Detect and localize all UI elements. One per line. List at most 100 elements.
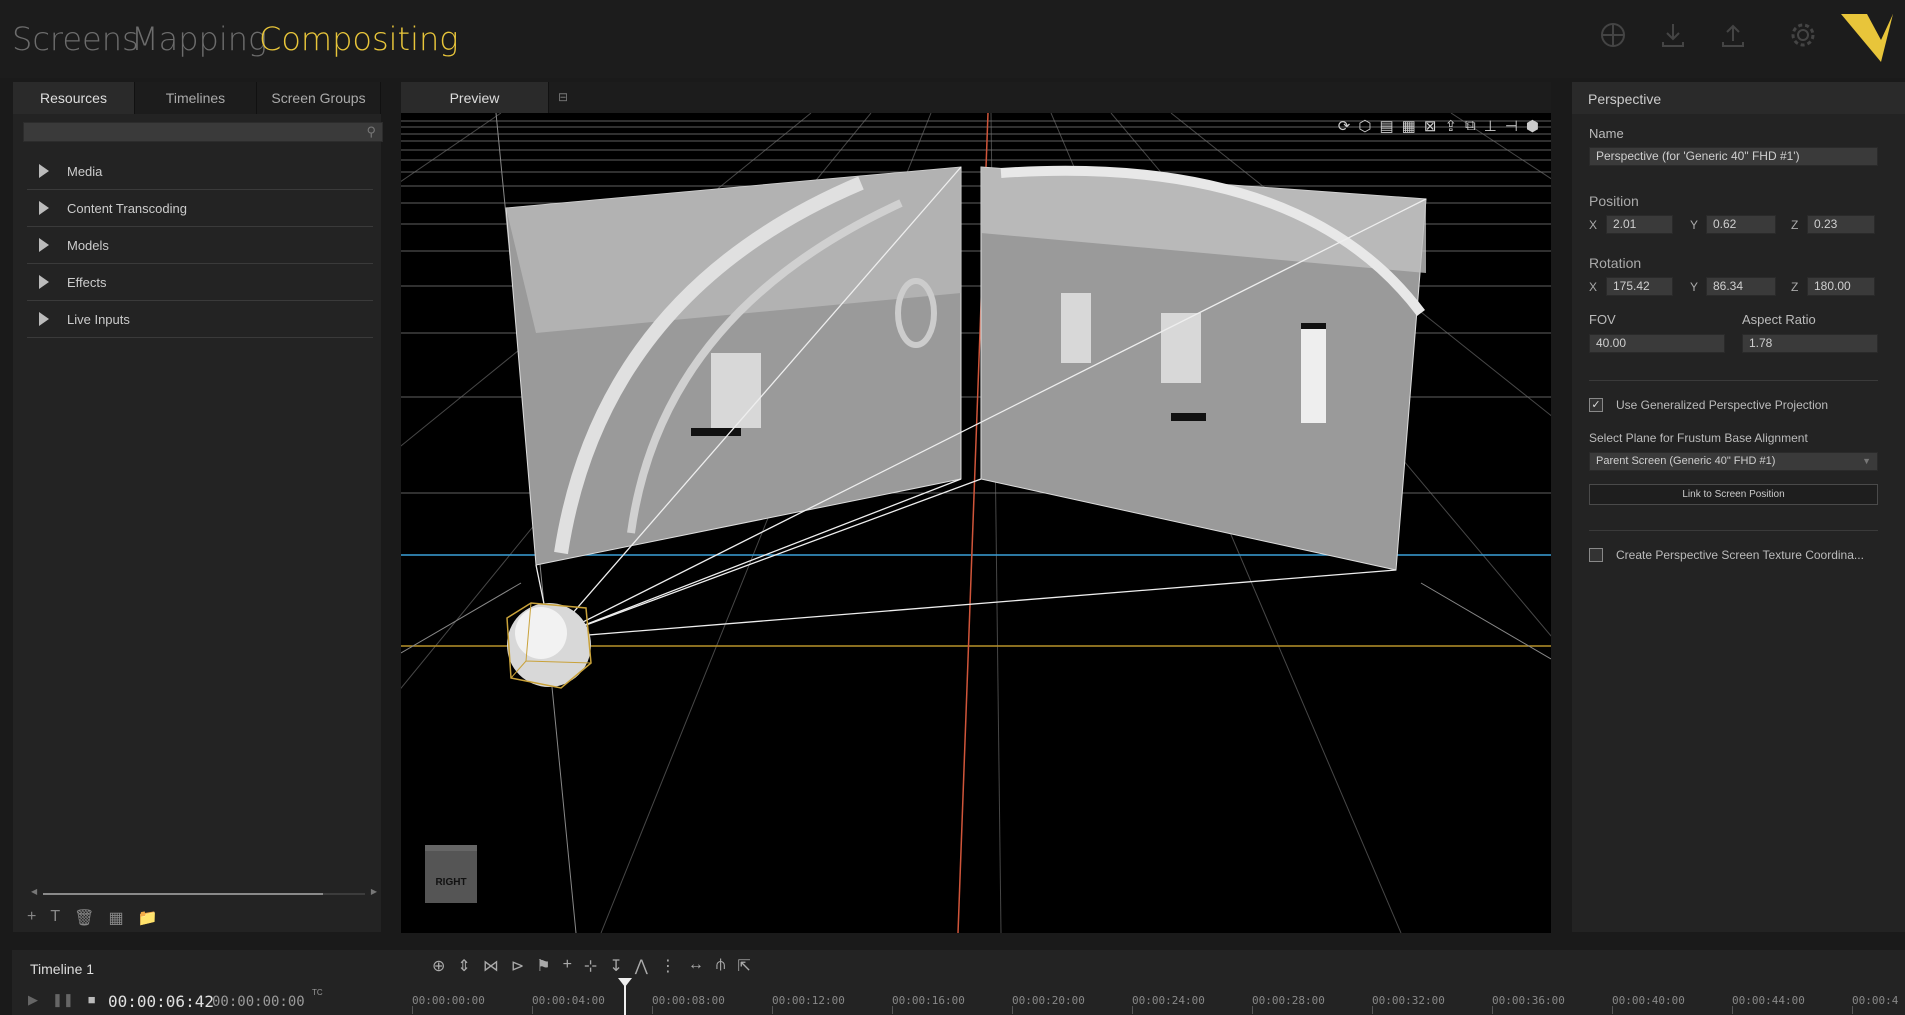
fit-horizontal-icon[interactable]: ⋈	[483, 956, 499, 976]
split-icon[interactable]: ⫛	[716, 956, 726, 976]
detach-icon[interactable]: ⊟	[558, 90, 568, 104]
hexagon-icon[interactable]: ⬡	[1358, 117, 1371, 135]
nav-tab-screens[interactable]: Screens	[12, 20, 139, 58]
ruler-tick-label: 00:00:24:00	[1132, 994, 1205, 1007]
frame-icon[interactable]: ⊠	[1424, 117, 1437, 135]
ruler-tick	[1492, 1006, 1493, 1014]
view-cube-icon[interactable]: ⬢	[1526, 117, 1539, 135]
folder-icon[interactable]: 📁	[138, 908, 158, 928]
search-icon: ⚲	[366, 124, 376, 139]
keyframe-icon[interactable]: ⊳	[511, 956, 524, 976]
tab-preview[interactable]: Preview	[401, 82, 549, 114]
trash-icon[interactable]: 🗑	[74, 908, 94, 928]
rotate-icon[interactable]: ⟳	[1338, 117, 1351, 135]
tab-resources[interactable]: Resources	[13, 82, 135, 114]
top-bar: Screens Mapping Compositing	[0, 0, 1905, 78]
3d-preview-viewport[interactable]: ⟳ ⬡ ▤ ▦ ⊠ ⇪ ⧉ ⊥ ⊣ ⬢ RIGHT	[401, 113, 1551, 933]
add-clip-icon[interactable]: ⊹	[584, 956, 597, 976]
expand-arrow-icon[interactable]	[39, 275, 49, 289]
axis-x-label: X	[1589, 218, 1598, 232]
tree-item-content-transcoding[interactable]: Content Transcoding	[27, 190, 373, 227]
camera-gizmo[interactable]	[506, 602, 592, 689]
layers-icon[interactable]: ▤	[1379, 117, 1393, 135]
playhead[interactable]	[618, 978, 632, 1015]
ruler-tick-label: 00:00:04:00	[532, 994, 605, 1007]
aspect-ratio-label: Aspect Ratio	[1742, 312, 1816, 327]
current-time: 00:00:06:42	[108, 992, 214, 1011]
expand-arrow-icon[interactable]	[39, 312, 49, 326]
fov-field[interactable]: 40.00	[1589, 334, 1725, 353]
view-cube[interactable]: RIGHT	[425, 845, 477, 903]
globe-icon[interactable]	[1595, 20, 1631, 56]
resources-tabs: Resources Timelines Screen Groups	[13, 82, 381, 114]
expand-arrow-icon[interactable]	[39, 201, 49, 215]
position-y-field[interactable]: 0.62	[1706, 215, 1776, 234]
ruler-tick	[1252, 1006, 1253, 1014]
export-track-icon[interactable]: ⇱	[737, 956, 750, 976]
align-icon[interactable]: ⊣	[1505, 117, 1518, 135]
fit-vertical-icon[interactable]: ⇕	[457, 956, 470, 976]
stop-icon[interactable]: ■	[88, 992, 96, 1008]
secondary-time: 00:00:00:00	[212, 994, 305, 1010]
pause-icon[interactable]: ❚❚	[52, 992, 74, 1008]
tree-item-media[interactable]: Media	[27, 153, 373, 190]
ruler-tick	[532, 1006, 533, 1014]
gear-icon[interactable]	[1785, 20, 1821, 56]
ruler-tick	[1132, 1006, 1133, 1014]
scroll-right-icon[interactable]: ▶	[371, 887, 377, 896]
ruler-tick-label: 00:00:20:00	[1012, 994, 1085, 1007]
ruler-tick	[1612, 1006, 1613, 1014]
select-plane-dropdown[interactable]: Parent Screen (Generic 40" FHD #1) ▼	[1589, 452, 1878, 471]
tree-item-live-inputs[interactable]: Live Inputs	[27, 301, 373, 338]
name-field[interactable]: Perspective (for 'Generic 40" FHD #1')	[1589, 147, 1878, 166]
curve-icon[interactable]: ⋀	[635, 956, 648, 976]
nav-tab-compositing[interactable]: Compositing	[259, 20, 458, 58]
marker-icon[interactable]: ⚑	[536, 956, 550, 976]
download-icon[interactable]	[1655, 20, 1691, 56]
scroll-left-icon[interactable]: ◀	[31, 887, 37, 896]
tab-screen-groups[interactable]: Screen Groups	[257, 82, 381, 114]
horizontal-scrollbar[interactable]: ◀ ▶	[31, 887, 377, 898]
export-icon[interactable]: ⇪	[1444, 117, 1457, 135]
link-to-screen-position-button[interactable]: Link to Screen Position	[1589, 484, 1878, 505]
axis-z-label: Z	[1791, 218, 1799, 232]
upload-icon[interactable]	[1715, 20, 1751, 56]
window-icon[interactable]: ⧉	[1465, 117, 1476, 135]
ruler-tick	[772, 1006, 773, 1014]
use-generalized-checkbox[interactable]: ✓	[1589, 398, 1603, 412]
measure-icon[interactable]: ⊥	[1484, 117, 1497, 135]
tab-timelines[interactable]: Timelines	[135, 82, 257, 114]
timeline-ruler[interactable]: 00:00:00:00 00:00:04:00 00:00:08:00 00:00:1…	[412, 990, 1905, 1015]
aspect-ratio-field[interactable]: 1.78	[1742, 334, 1878, 353]
add-icon[interactable]: +	[27, 908, 36, 928]
text-icon[interactable]: T	[50, 908, 60, 928]
chevron-down-icon: ▼	[1862, 456, 1871, 466]
expand-arrow-icon[interactable]	[39, 164, 49, 178]
ruler-tick-label: 00:00:00:00	[412, 994, 485, 1007]
transport-controls: ▶ ❚❚ ■	[28, 992, 96, 1008]
create-texture-checkbox[interactable]	[1589, 548, 1603, 562]
horizontal-resize-icon[interactable]: ↔	[688, 956, 704, 976]
rotation-y-field[interactable]: 86.34	[1706, 277, 1776, 296]
expand-arrow-icon[interactable]	[39, 238, 49, 252]
pin-icon[interactable]: ↧	[609, 956, 622, 976]
tree-item-models[interactable]: Models	[27, 227, 373, 264]
grid-icon[interactable]: ▦	[1402, 117, 1416, 135]
zoom-icon[interactable]: ⊕	[432, 956, 445, 976]
axis-x-label: X	[1589, 280, 1598, 294]
ruler-tick-label: 00:00:44:00	[1732, 994, 1805, 1007]
nav-tab-mapping[interactable]: Mapping	[131, 20, 267, 58]
rotation-x-field[interactable]: 175.42	[1606, 277, 1673, 296]
play-icon[interactable]: ▶	[28, 992, 38, 1008]
axis-z-label: Z	[1791, 280, 1799, 294]
rotation-z-field[interactable]: 180.00	[1807, 277, 1875, 296]
position-z-field[interactable]: 0.23	[1807, 215, 1875, 234]
grid-icon[interactable]: ▦	[108, 908, 123, 928]
add-track-icon[interactable]: +	[563, 956, 572, 976]
search-input[interactable]: ⚲	[23, 122, 383, 142]
tree-item-effects[interactable]: Effects	[27, 264, 373, 301]
ruler-tick-label: 00:00:28:00	[1252, 994, 1325, 1007]
position-x-field[interactable]: 2.01	[1606, 215, 1673, 234]
properties-panel: Perspective Name Perspective (for 'Gener…	[1572, 82, 1905, 932]
vertical-resize-icon[interactable]: ⋮	[660, 956, 676, 976]
